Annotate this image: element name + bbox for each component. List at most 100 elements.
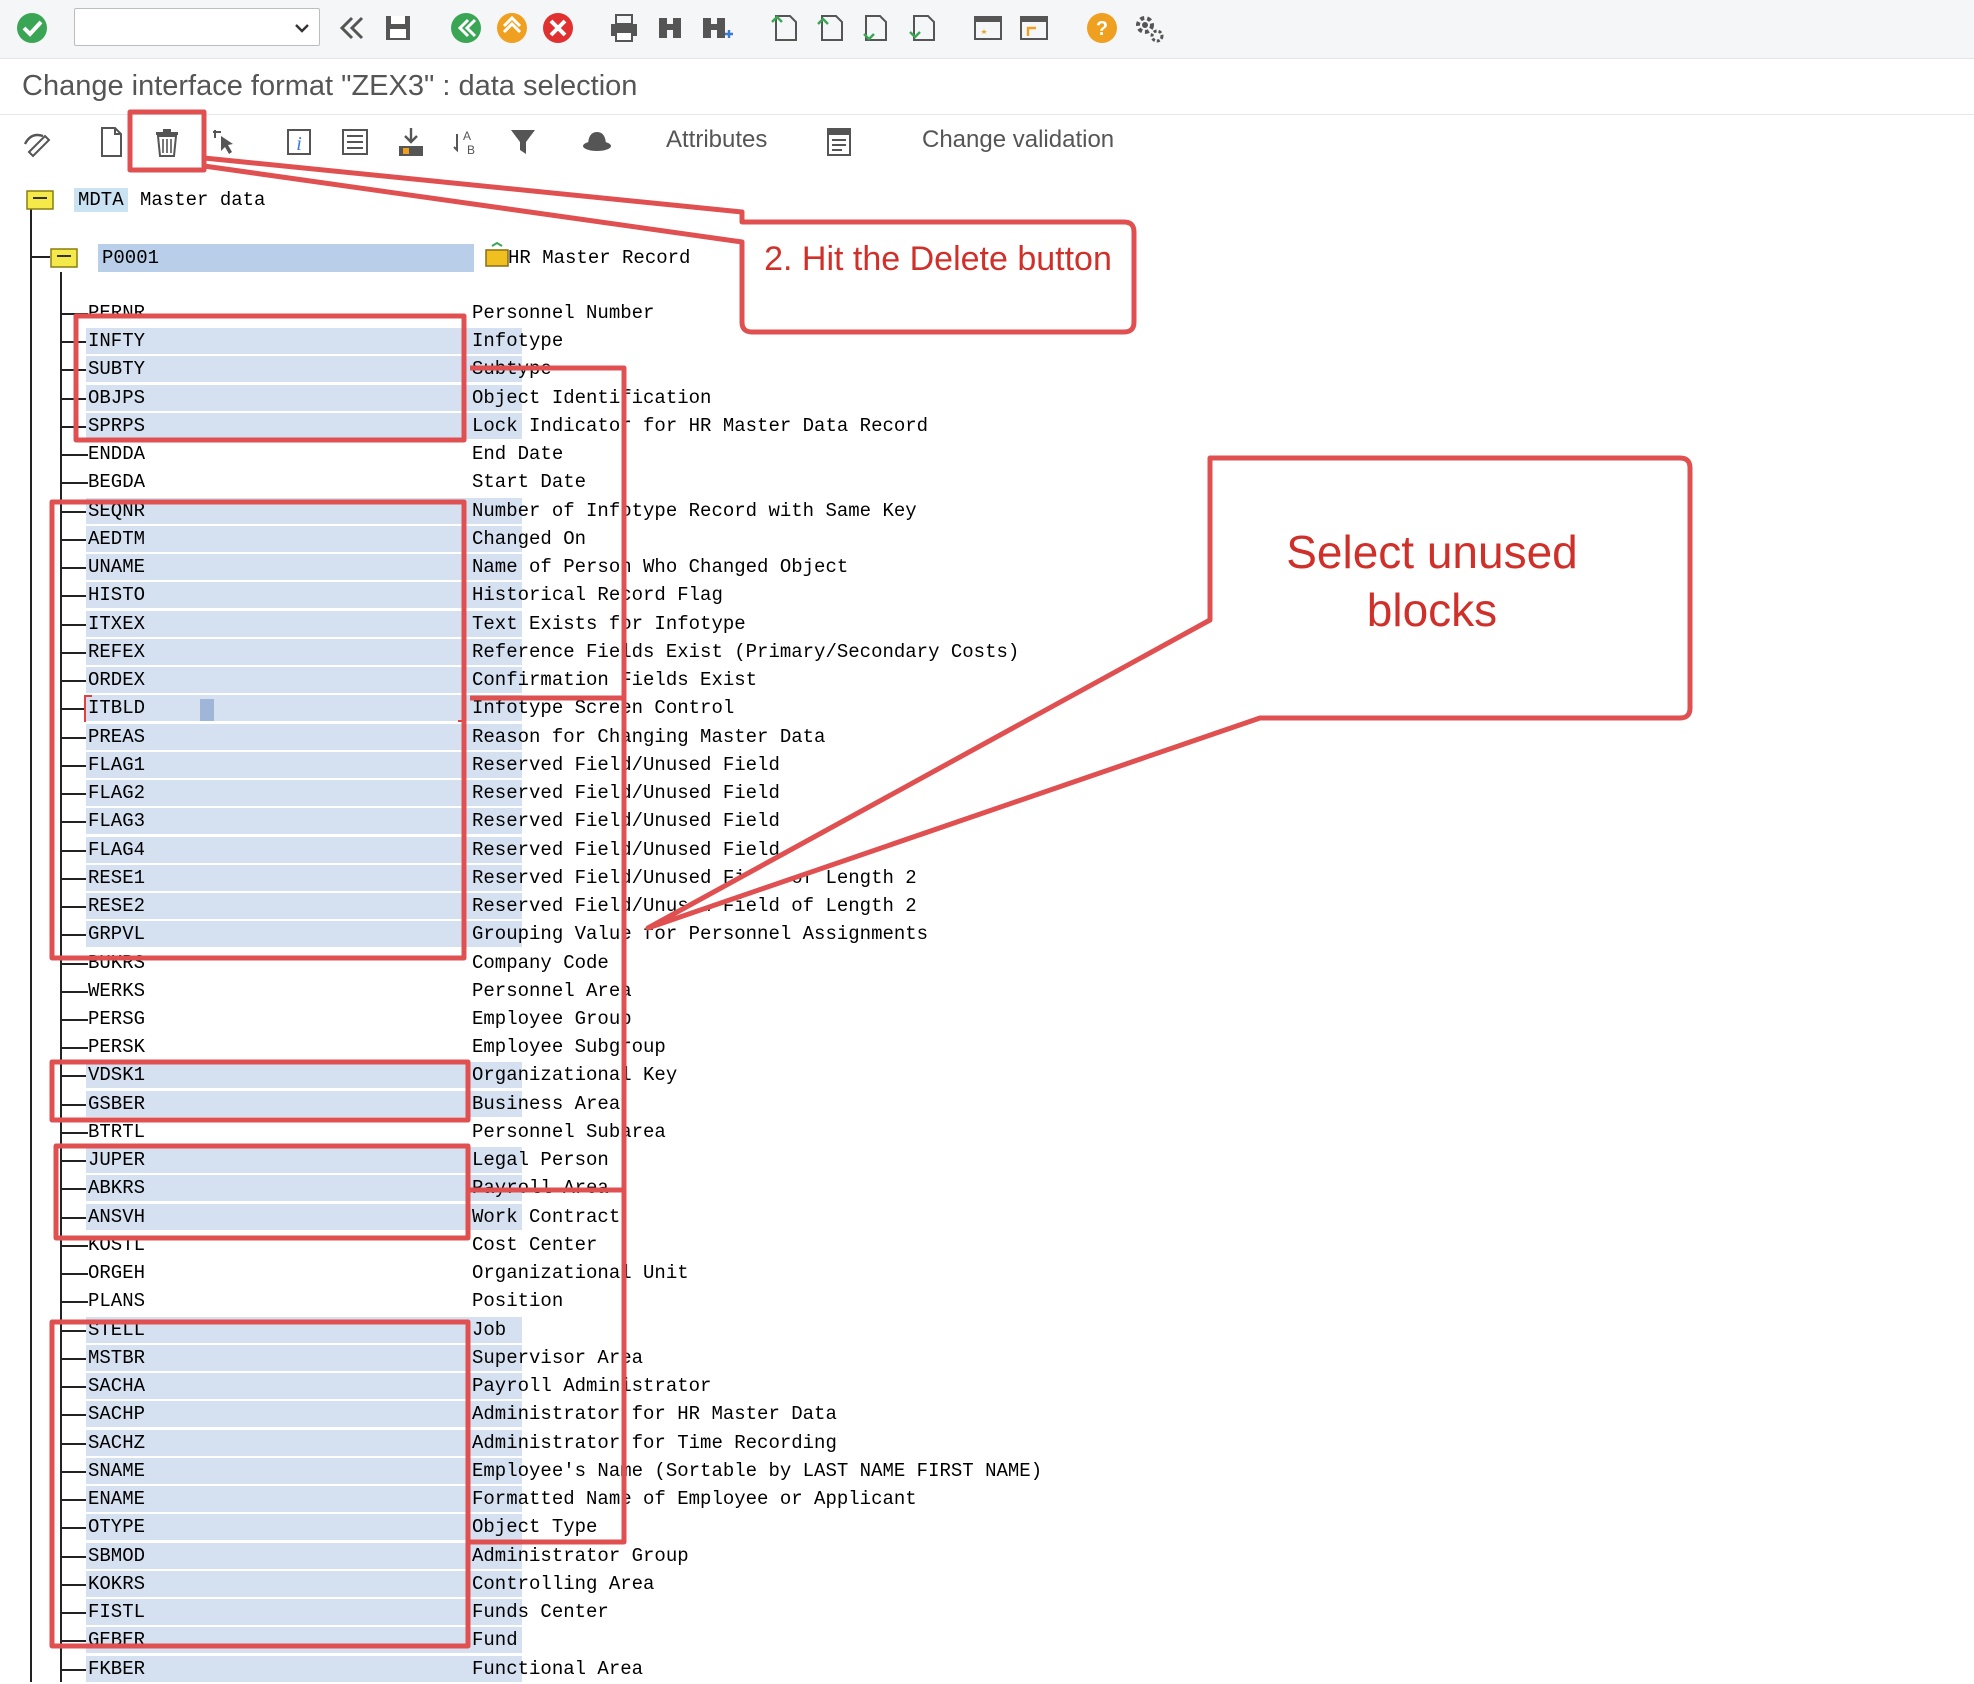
root-node-key[interactable]: MDTA [74, 188, 128, 212]
last-page-icon[interactable] [902, 8, 942, 48]
command-input[interactable] [81, 13, 281, 43]
tree-field-row[interactable]: PERSK Employee Subgroup [60, 1034, 1960, 1062]
tree-field-row[interactable]: UNAME Name of Person Who Changed Object [60, 554, 1960, 582]
field-name[interactable]: FISTL [86, 1599, 522, 1627]
field-name[interactable]: PLANS [86, 1288, 522, 1315]
field-name[interactable]: KOSTL [86, 1232, 522, 1259]
field-name[interactable]: MSTBR [86, 1344, 522, 1372]
tree-field-row[interactable]: INFTY Infotype [60, 328, 1960, 356]
field-name[interactable]: SUBTY [86, 356, 522, 384]
tree-field-row[interactable]: ANSVH Work Contract [60, 1203, 1960, 1232]
save-icon[interactable] [378, 8, 418, 48]
tree-field-row[interactable]: PERSG Employee Group [60, 1006, 1960, 1034]
hat-icon[interactable] [576, 120, 618, 164]
tree-field-row[interactable]: REFEX Reference Fields Exist (Primary/Sec… [60, 638, 1960, 667]
enter-icon[interactable] [12, 8, 52, 48]
field-name[interactable]: ENDDA [86, 441, 522, 468]
tree-field-row[interactable]: SBMOD Administrator Group [60, 1542, 1960, 1571]
field-name[interactable]: SACHP [86, 1401, 522, 1429]
field-name[interactable]: VDSK1 [86, 1062, 522, 1090]
tree-field-row[interactable]: SPRPS Lock Indicator for HR Master Data R… [60, 412, 1960, 441]
tree-field-row[interactable]: PREAS Reason for Changing Master Data [60, 723, 1960, 752]
tree-field-row[interactable]: SEQNR Number of Infotype Record with Same… [60, 497, 1960, 526]
field-name[interactable]: REFEX [86, 638, 522, 666]
field-name[interactable]: FLAG2 [86, 780, 522, 808]
field-name[interactable]: SBMOD [86, 1542, 522, 1570]
tree-field-row[interactable]: SACHZ Administrator for Time Recording [60, 1429, 1960, 1458]
create-session-icon[interactable] [968, 8, 1008, 48]
tree-field-row[interactable]: ENDDA End Date [60, 441, 1960, 469]
tree-field-row[interactable]: FLAG1 Reserved Field/Unused Field [60, 751, 1960, 780]
tree-field-row[interactable]: PERNR Personnel Number [60, 300, 1960, 328]
field-name[interactable]: SPRPS [86, 412, 522, 440]
tree-field-row[interactable]: ITXEX Text Exists for Infotype [60, 610, 1960, 639]
command-field[interactable] [74, 8, 320, 46]
exit-icon[interactable] [492, 8, 532, 48]
tree-field-row[interactable]: BUKRS Company Code [60, 950, 1960, 978]
field-name[interactable]: ORDEX [86, 667, 522, 695]
tree-field-row[interactable]: KOKRS Controlling Area [60, 1570, 1960, 1599]
field-name[interactable]: ENAME [86, 1486, 522, 1514]
tree-field-row[interactable]: FKBER Functional Area [60, 1655, 1960, 1684]
folder-icon[interactable] [26, 188, 54, 210]
tree-field-row[interactable]: SNAME Employee's Name (Sortable by LAST N… [60, 1457, 1960, 1486]
display-change-icon[interactable] [16, 120, 58, 164]
field-name[interactable]: INFTY [86, 328, 522, 356]
download-icon[interactable] [390, 120, 432, 164]
field-name[interactable]: PERSK [86, 1034, 522, 1061]
tree-field-row[interactable]: OBJPS Object Identification [60, 384, 1960, 413]
field-name[interactable]: KOKRS [86, 1570, 522, 1598]
tree-field-row[interactable]: FLAG3 Reserved Field/Unused Field [60, 808, 1960, 836]
field-name[interactable]: STELL [86, 1316, 522, 1344]
field-name[interactable]: BEGDA [86, 469, 522, 496]
field-name[interactable]: SACHA [86, 1373, 522, 1401]
folder-icon[interactable] [50, 246, 78, 268]
tree-field-row[interactable]: FLAG2 Reserved Field/Unused Field [60, 780, 1960, 808]
settings-icon[interactable] [1128, 8, 1168, 48]
tree-field-row[interactable]: FISTL Funds Center [60, 1599, 1960, 1627]
field-name[interactable]: FLAG4 [86, 836, 522, 864]
sort-icon[interactable]: AB [446, 120, 488, 164]
field-name[interactable]: UNAME [86, 554, 522, 582]
tree-field-row[interactable]: GSBER Business Area [60, 1090, 1960, 1119]
field-name[interactable]: AEDTM [86, 525, 522, 553]
field-name[interactable]: PREAS [86, 723, 522, 751]
tree-field-row[interactable]: RESE1 Reserved Field/Unused Field of Leng… [60, 864, 1960, 893]
tree-field-row[interactable]: ABKRS Payroll Area [60, 1175, 1960, 1203]
first-page-icon[interactable] [764, 8, 804, 48]
change-validation-button[interactable]: Change validation [922, 126, 1114, 154]
tree-field-row[interactable]: WERKS Personnel Area [60, 978, 1960, 1006]
field-name[interactable]: SEQNR [86, 497, 522, 525]
field-name[interactable]: GEBER [86, 1627, 522, 1655]
list-icon[interactable] [334, 120, 376, 164]
back-icon[interactable] [332, 8, 372, 48]
tree-field-row[interactable]: SACHA Payroll Administrator [60, 1373, 1960, 1401]
tree-field-row[interactable]: STELL Job [60, 1316, 1960, 1345]
segment-node-key[interactable]: P0001 [98, 244, 474, 272]
help-icon[interactable]: ? [1082, 8, 1122, 48]
field-name[interactable]: ANSVH [86, 1203, 522, 1231]
tree-field-row[interactable]: JUPER Legal Person [60, 1147, 1960, 1175]
field-name[interactable]: FKBER [86, 1655, 522, 1683]
attributes-button[interactable]: Attributes [666, 126, 767, 154]
field-name[interactable]: OTYPE [86, 1514, 522, 1542]
create-icon[interactable] [90, 120, 132, 164]
shortcut-icon[interactable] [1014, 8, 1054, 48]
find-next-icon[interactable] [696, 8, 736, 48]
tree-field-row[interactable]: BEGDA Start Date [60, 469, 1960, 497]
cancel-icon[interactable] [538, 8, 578, 48]
tree-field-row[interactable]: ORDEX Confirmation Fields Exist [60, 667, 1960, 695]
field-name[interactable]: BUKRS [86, 950, 522, 977]
find-icon[interactable] [650, 8, 690, 48]
info-icon[interactable]: i [278, 120, 320, 164]
field-name[interactable]: BTRTL [86, 1119, 522, 1146]
tree-field-row[interactable]: HISTO Historical Record Flag [60, 582, 1960, 610]
tree-field-row[interactable]: GEBER Fund [60, 1627, 1960, 1655]
tree-field-row[interactable]: GRPVL Grouping Value for Personnel Assign… [60, 921, 1960, 949]
tree-field-row[interactable]: SUBTY Subtype [60, 356, 1960, 384]
select-icon[interactable] [204, 120, 246, 164]
tree-field-row[interactable]: ENAME Formatted Name of Employee or Appli… [60, 1486, 1960, 1514]
field-name[interactable]: ITXEX [86, 610, 522, 638]
tree-field-row[interactable]: MSTBR Supervisor Area [60, 1344, 1960, 1373]
delete-button[interactable] [146, 120, 188, 164]
